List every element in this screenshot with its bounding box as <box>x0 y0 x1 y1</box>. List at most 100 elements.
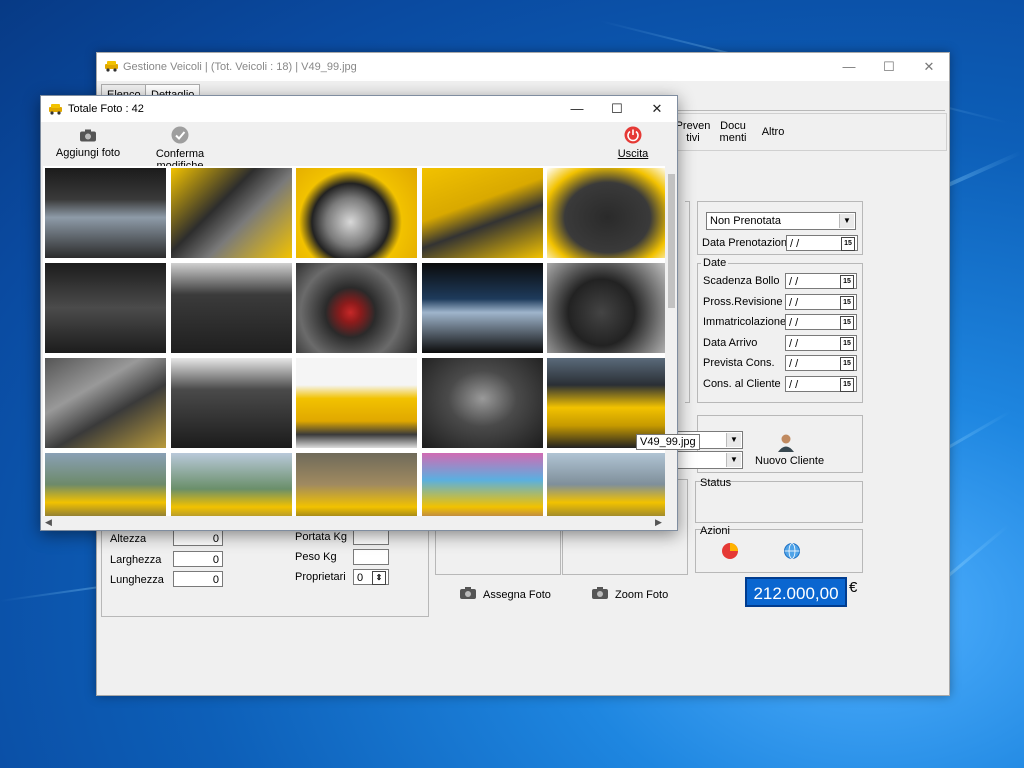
date-field[interactable]: / / 15 <box>785 273 857 289</box>
data-prenotazione-value: / / <box>790 238 800 250</box>
photo-thumbnail-trim-yellow[interactable] <box>170 168 292 258</box>
date-label: Prevista Cons. <box>703 357 775 369</box>
calendar-icon[interactable]: 15 <box>840 275 854 289</box>
gallery-maximize-button[interactable]: ☐ <box>597 95 637 123</box>
maximize-button[interactable]: ☐ <box>869 53 909 81</box>
portata-label: Portata Kg <box>295 531 347 543</box>
camera-icon <box>80 129 96 142</box>
date-value: / / <box>789 276 799 288</box>
photo-thumbnail-engine[interactable] <box>421 358 543 448</box>
dates-group-label: Date <box>701 257 729 269</box>
power-icon <box>624 126 642 144</box>
date-value: / / <box>789 378 799 391</box>
photo-thumbnail-trim-flag[interactable] <box>45 358 166 448</box>
date-label: Scadenza Bollo <box>703 275 780 287</box>
scroll-right-icon[interactable]: ▶ <box>655 516 662 528</box>
photo-thumbnail-car-road[interactable] <box>45 453 166 516</box>
calendar-icon[interactable]: 15 <box>840 336 854 351</box>
altro-button[interactable]: Altro <box>753 126 793 138</box>
date-field[interactable]: / / 15 <box>785 314 857 330</box>
date-value: / / <box>789 358 799 370</box>
photo-thumbnail-interior[interactable] <box>170 358 292 448</box>
date-field[interactable]: / / 15 <box>785 355 857 371</box>
scroll-left-icon[interactable]: ◀ <box>45 516 52 528</box>
calendar-icon[interactable]: 15 <box>840 357 854 371</box>
proprietari-label: Proprietari <box>295 571 346 583</box>
calendar-icon[interactable]: 15 <box>841 237 855 251</box>
photo-thumbnail-screen[interactable] <box>421 263 543 353</box>
dimension-field[interactable]: 0 <box>173 530 223 546</box>
date-field[interactable]: / / 15 <box>785 375 857 392</box>
proprietari-value: 0 <box>357 572 364 584</box>
gallery-title: Totale Foto : 42 <box>68 103 144 115</box>
car-icon <box>105 61 118 72</box>
price-display: 212.000,00 <box>745 577 847 607</box>
portata-field[interactable] <box>353 529 389 545</box>
photo-thumbnail-console-red[interactable] <box>296 263 417 353</box>
photo-thumbnail-car-motion[interactable] <box>296 453 417 516</box>
photo-thumbnail-badge-yellow[interactable] <box>421 168 543 258</box>
vertical-scrollbar[interactable] <box>667 166 676 516</box>
photo-thumbnail-rear-seats[interactable] <box>170 263 292 353</box>
photo-thumbnail-seat-embossed[interactable] <box>45 263 166 353</box>
camera-icon <box>460 587 476 599</box>
close-button[interactable]: ✕ <box>909 53 949 81</box>
main-window-title: Gestione Veicoli | (Tot. Veicoli : 18) |… <box>123 61 357 73</box>
date-value: / / <box>789 317 799 329</box>
calendar-icon[interactable]: 15 <box>840 377 854 392</box>
horizontal-scrollbar[interactable]: ◀ ▶ <box>43 516 667 528</box>
gallery-minimize-button[interactable]: — <box>557 95 597 123</box>
nuovo-cliente-button[interactable]: Nuovo Cliente <box>755 455 824 467</box>
date-field[interactable]: / / 15 <box>785 293 857 310</box>
date-label: Pross.Revisione <box>703 295 783 308</box>
photo-thumbnail-car-mountain[interactable] <box>170 453 292 516</box>
exit-label: Uscita <box>617 148 649 160</box>
calendar-icon[interactable]: 15 <box>840 316 854 330</box>
chevron-down-icon: ▼ <box>726 453 741 467</box>
azioni-label: Azioni <box>700 525 730 537</box>
photo-thumbnail-steering[interactable] <box>547 263 665 353</box>
gallery-titlebar[interactable]: Totale Foto : 42 — ☐ ✕ <box>41 96 677 122</box>
data-prenotazione-label: Data Prenotazione <box>702 237 794 249</box>
calendar-icon[interactable]: 15 <box>840 295 854 310</box>
photo-grid <box>43 166 665 516</box>
assegna-foto-button[interactable]: Assegna Foto <box>483 589 551 601</box>
pie-chart-icon[interactable] <box>721 542 739 560</box>
checkmark-icon <box>171 126 189 144</box>
dimension-field[interactable]: 0 <box>173 571 223 587</box>
dimension-field[interactable]: 0 <box>173 550 223 567</box>
stepper-icon[interactable]: ⇕ <box>372 571 386 585</box>
globe-icon[interactable] <box>783 542 801 560</box>
gallery-window: Totale Foto : 42 — ☐ ✕ Aggiungi foto Con… <box>40 95 678 531</box>
photo-thumbnail-car-yellow[interactable] <box>296 358 417 448</box>
car-icon <box>49 104 62 115</box>
photo-thumbnail-wheel[interactable] <box>296 168 417 258</box>
zoom-foto-button[interactable]: Zoom Foto <box>615 589 668 601</box>
date-value: / / <box>789 296 799 309</box>
exit-button[interactable]: Uscita <box>615 126 651 160</box>
date-label: Immatricolazione <box>703 316 787 328</box>
date-field[interactable]: / / 15 <box>785 334 857 351</box>
add-photo-button[interactable]: Aggiungi foto <box>55 128 121 159</box>
main-titlebar[interactable]: Gestione Veicoli | (Tot. Veicoli : 18) |… <box>97 53 949 81</box>
gallery-close-button[interactable]: ✕ <box>637 95 677 123</box>
add-photo-label: Aggiungi foto <box>55 147 121 159</box>
photo-thumbnail-dashboard[interactable] <box>45 168 166 258</box>
proprietari-field[interactable]: 0 ⇕ <box>353 569 389 585</box>
minimize-button[interactable]: — <box>829 53 869 81</box>
documenti-button[interactable]: Docu menti <box>713 120 753 144</box>
peso-label: Peso Kg <box>295 551 337 563</box>
date-label: Cons. al Cliente <box>703 377 781 390</box>
preventivi-button[interactable]: Preven tivi <box>673 120 713 144</box>
peso-field[interactable] <box>353 549 389 565</box>
person-icon[interactable] <box>777 433 795 453</box>
dimension-label: Lunghezza <box>110 574 164 586</box>
dimension-label: Larghezza <box>110 553 162 566</box>
photo-thumbnail-car-road-2[interactable] <box>547 453 665 516</box>
chevron-down-icon: ▼ <box>726 433 741 447</box>
booking-status-select[interactable]: Non Prenotata ▼ <box>706 212 856 230</box>
vertical-scroll-thumb[interactable] <box>668 174 675 308</box>
data-prenotazione-field[interactable]: / / 15 <box>786 235 858 251</box>
photo-thumbnail-trunk[interactable] <box>547 168 665 258</box>
photo-thumbnail-car-colorful[interactable] <box>421 453 543 516</box>
